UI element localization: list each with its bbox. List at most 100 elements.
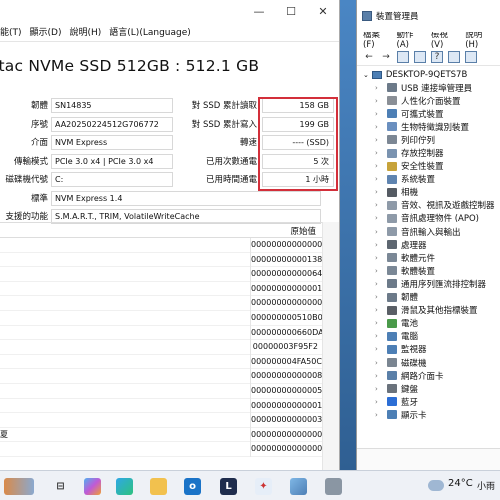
photos-icon[interactable] — [290, 478, 307, 495]
chevron-right-icon[interactable]: › — [375, 110, 381, 118]
widgets-icon[interactable] — [4, 478, 34, 495]
properties-icon[interactable] — [397, 50, 409, 63]
update-driver-icon[interactable] — [414, 50, 426, 63]
device-category-item[interactable]: › 生物特徵識別裝置 — [357, 120, 500, 133]
chevron-right-icon[interactable]: › — [375, 293, 381, 301]
device-category-item[interactable]: › USB 連接埠管理員 — [357, 81, 500, 94]
menu-item-function[interactable]: 能(T) — [0, 25, 22, 38]
chevron-right-icon[interactable]: › — [375, 228, 381, 236]
monitor-icon[interactable] — [465, 50, 477, 63]
chevron-right-icon[interactable]: › — [375, 411, 381, 419]
table-row[interactable]: 00000000000138 — [0, 252, 322, 268]
device-category-item[interactable]: › 韌體 — [357, 291, 500, 304]
chevron-down-icon[interactable]: ⌄ — [363, 71, 369, 79]
device-category-item[interactable]: › 音效、視訊及遊戲控制器 — [357, 199, 500, 212]
device-category-item[interactable]: › 安全性裝置 — [357, 160, 500, 173]
table-row[interactable]: 00000000000003 — [0, 413, 322, 428]
chevron-right-icon[interactable]: › — [375, 345, 381, 353]
chevron-right-icon[interactable]: › — [375, 175, 381, 183]
back-icon[interactable]: ← — [363, 51, 375, 63]
copilot-icon[interactable] — [84, 478, 101, 495]
chevron-right-icon[interactable]: › — [375, 241, 381, 249]
device-category-item[interactable]: › 人性化介面裝置 — [357, 94, 500, 107]
table-row[interactable]: 00000000000005 — [0, 383, 322, 399]
device-category-item[interactable]: › 音訊輸入與輸出 — [357, 225, 500, 238]
file-explorer-icon[interactable] — [150, 478, 167, 495]
table-row[interactable]: 00000000000001 — [0, 281, 322, 297]
chevron-right-icon[interactable]: › — [375, 385, 381, 393]
disk-app-icon[interactable] — [325, 478, 342, 495]
menu-item-help[interactable]: 說明(H) — [69, 25, 101, 38]
device-category-item[interactable]: › 監視器 — [357, 343, 500, 356]
device-category-item[interactable]: › 顯示卡 — [357, 408, 500, 421]
device-category-item[interactable]: › 音訊處理物件 (APO) — [357, 212, 500, 225]
device-category-item[interactable]: › 相機 — [357, 186, 500, 199]
minimize-icon[interactable]: — — [243, 0, 275, 22]
chevron-right-icon[interactable]: › — [375, 398, 381, 406]
tree-root[interactable]: ⌄ DESKTOP-9QETS7B — [357, 68, 500, 81]
device-category-item[interactable]: › 滑鼠及其他指標裝置 — [357, 304, 500, 317]
table-row[interactable]: 00000000000008 — [0, 369, 322, 384]
chevron-right-icon[interactable]: › — [375, 188, 381, 196]
chevron-right-icon[interactable]: › — [375, 97, 381, 105]
edge-icon[interactable] — [116, 478, 133, 495]
table-row[interactable]: 夏 00000000000000 — [0, 427, 322, 443]
maximize-icon[interactable]: ☐ — [275, 0, 307, 22]
table-row[interactable]: 00000000000000 — [0, 238, 322, 253]
chevron-right-icon[interactable]: › — [375, 149, 381, 157]
cdi-titlebar[interactable]: — ☐ ✕ — [0, 0, 339, 22]
chevron-right-icon[interactable]: › — [375, 280, 381, 288]
chevron-right-icon[interactable]: › — [375, 332, 381, 340]
weather-temperature[interactable]: 24°C — [448, 478, 473, 489]
device-category-item[interactable]: › 軟體裝置 — [357, 264, 500, 277]
chevron-right-icon[interactable]: › — [375, 123, 381, 131]
table-row[interactable]: 00000000000064 — [0, 267, 322, 282]
chevron-right-icon[interactable]: › — [375, 267, 381, 275]
device-category-item[interactable]: › 鍵盤 — [357, 382, 500, 395]
device-category-item[interactable]: › 磁碟機 — [357, 356, 500, 369]
device-category-item[interactable]: › 網路介面卡 — [357, 369, 500, 382]
device-category-item[interactable]: › 列印佇列 — [357, 133, 500, 146]
cloud-rain-icon[interactable] — [428, 480, 444, 491]
device-category-item[interactable]: › 電池 — [357, 317, 500, 330]
scan-hardware-icon[interactable] — [448, 50, 460, 63]
chevron-right-icon[interactable]: › — [375, 254, 381, 262]
device-category-item[interactable]: › 存放控制器 — [357, 146, 500, 159]
chevron-right-icon[interactable]: › — [375, 372, 381, 380]
table-row[interactable]: 00000000000001 — [0, 398, 322, 414]
device-category-item[interactable]: › 處理器 — [357, 238, 500, 251]
close-icon[interactable]: ✕ — [307, 0, 339, 22]
device-category-item[interactable]: › 電腦 — [357, 330, 500, 343]
table-row[interactable]: 00000000000000 — [0, 442, 322, 457]
device-category-item[interactable]: › 軟體元件 — [357, 251, 500, 264]
menu-item-display[interactable]: 顯示(D) — [30, 25, 62, 38]
dm-titlebar[interactable]: 裝置管理員 — [357, 0, 500, 32]
forward-icon[interactable]: → — [380, 51, 392, 63]
line-app-icon[interactable]: L — [220, 478, 237, 495]
table-row[interactable]: 00000000000000 — [0, 296, 322, 311]
chevron-right-icon[interactable]: › — [375, 136, 381, 144]
table-row[interactable]: 000000000660DA — [0, 325, 324, 341]
device-category-item[interactable]: › 通用序列匯流排控制器 — [357, 277, 500, 290]
table-row[interactable]: 000000000510B0 — [0, 310, 323, 326]
chevron-right-icon[interactable]: › — [375, 214, 381, 222]
bird-app-icon[interactable]: ✦ — [255, 478, 272, 495]
chevron-right-icon[interactable]: › — [375, 84, 381, 92]
chevron-right-icon[interactable]: › — [375, 319, 381, 327]
outlook-icon[interactable]: o — [184, 478, 201, 495]
chevron-right-icon[interactable]: › — [375, 201, 381, 209]
menu-item-language[interactable]: 語言(L)(Language) — [109, 25, 190, 38]
table-row[interactable]: 000000004FA50C — [0, 354, 322, 370]
help-icon[interactable]: ? — [431, 50, 443, 63]
chevron-right-icon[interactable]: › — [375, 162, 381, 170]
device-category-item[interactable]: › 可攜式裝置 — [357, 107, 500, 120]
table-row[interactable]: 00000003F95F2 — [0, 340, 322, 355]
device-category-item[interactable]: › 系統裝置 — [357, 173, 500, 186]
smart-attribute-table[interactable]: 原始值 00000000000000 00000000000138 00000000… — [0, 222, 324, 457]
chevron-right-icon[interactable]: › — [375, 306, 381, 314]
device-category-item[interactable]: › 藍牙 — [357, 395, 500, 408]
weather-condition[interactable]: 小雨 — [477, 479, 495, 492]
table-scrollbar[interactable] — [322, 222, 339, 470]
task-view-icon[interactable]: ⊟ — [52, 478, 69, 495]
chevron-right-icon[interactable]: › — [375, 359, 381, 367]
